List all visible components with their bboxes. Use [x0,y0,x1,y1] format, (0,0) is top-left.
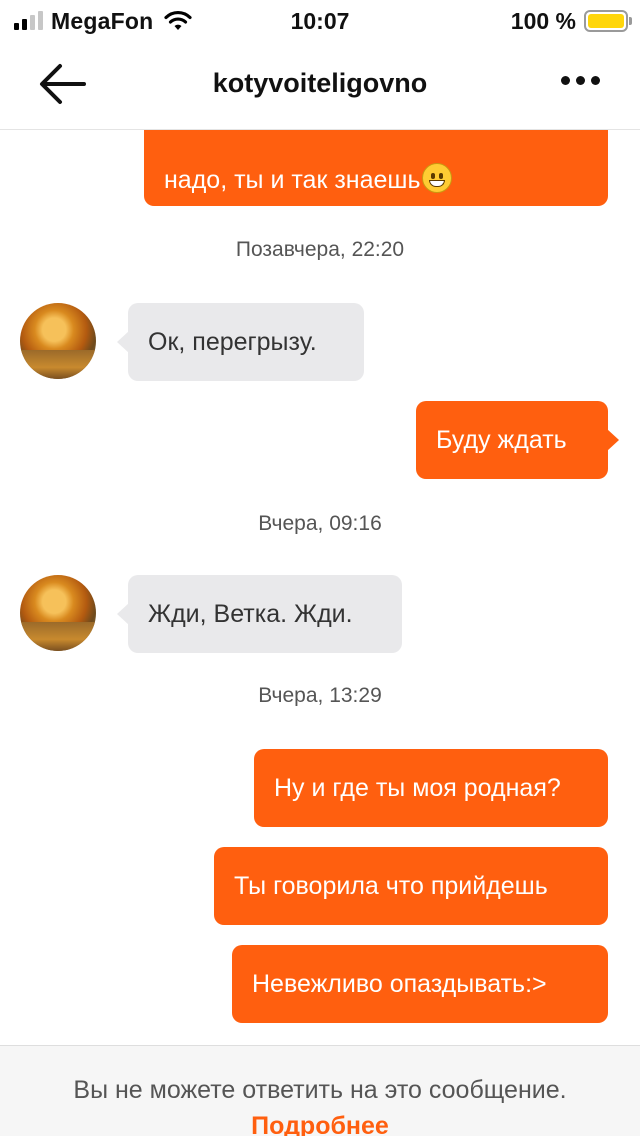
message-text: надо, ты и так знаешь [164,162,453,198]
timestamp: Вчера, 13:29 [258,684,382,706]
status-right: 100 % [510,7,632,34]
message-outgoing[interactable]: Ты говорила что прийдешь [214,847,608,925]
battery-percent: 100 % [510,7,576,34]
message-outgoing[interactable]: надо, ты и так знаешь [144,130,608,206]
message-text: Ну и где ты моя родная? [274,774,561,802]
grinning-face-emoji [422,163,453,193]
message-incoming[interactable]: Ок, перегрызу. [117,303,364,381]
chat-header: kotyvoiteligovno [0,40,640,130]
ellipsis-icon[interactable] [561,76,600,85]
message-incoming[interactable]: Жди, Ветка. Жди. [117,575,402,653]
avatar[interactable] [20,575,96,651]
message-outgoing[interactable]: Ну и где ты моя родная? [254,749,608,827]
avatar[interactable] [20,303,96,379]
message-outgoing[interactable]: Невежливо опаздывать:> [232,945,608,1023]
message-outgoing[interactable]: Буду ждать [416,401,619,479]
message-text: Жди, Ветка. Жди. [148,600,353,628]
message-text: Невежливо опаздывать:> [252,970,547,998]
reply-disabled-footer: Вы не можете ответить на это сообщение. … [0,1045,640,1136]
status-bar: MegaFon 10:07 100 % [0,0,640,40]
message-list[interactable]: надо, ты и так знаешь Позавчера, 22:20 О… [0,130,640,1045]
message-text: Ты говорила что прийдешь [234,872,548,900]
message-text: Буду ждать [436,426,567,454]
reply-disabled-notice: Вы не можете ответить на это сообщение. [73,1076,567,1104]
chat-title[interactable]: kotyvoiteligovno [0,68,640,99]
message-text: Ок, перегрызу. [148,328,317,356]
timestamp: Позавчера, 22:20 [235,238,405,260]
battery-icon [584,10,632,32]
learn-more-link[interactable]: Подробнее [0,1112,640,1136]
timestamp: Вчера, 09:16 [258,512,382,534]
